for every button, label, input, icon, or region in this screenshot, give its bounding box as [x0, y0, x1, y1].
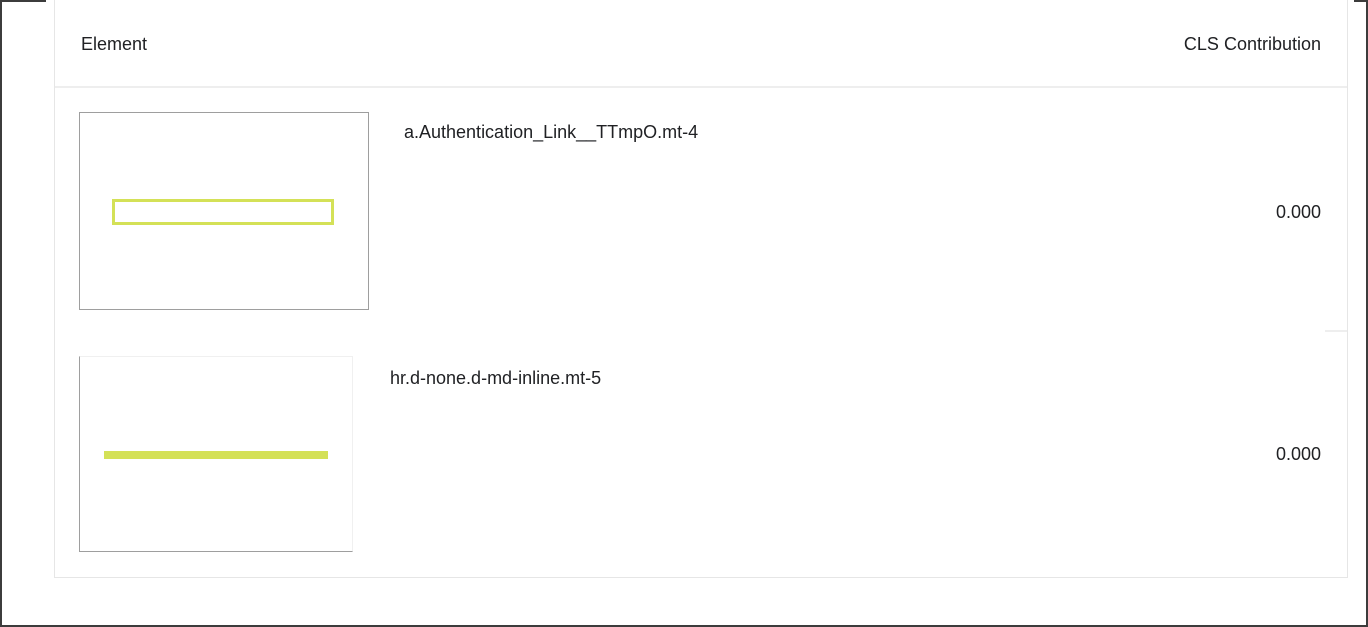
column-header-element: Element — [81, 34, 148, 54]
cls-contribution-value: 0.000 — [1275, 444, 1321, 464]
report-frame: Element CLS Contribution a.Authenticatio… — [0, 0, 1368, 627]
element-screenshot-thumbnail — [79, 356, 353, 552]
column-header-cls-contribution: CLS Contribution — [1183, 34, 1321, 54]
table-row[interactable]: a.Authentication_Link__TTmpO.mt-4 0.000 — [55, 90, 1347, 330]
element-highlight-box — [112, 199, 334, 225]
cls-contribution-value: 0.000 — [1275, 202, 1321, 222]
frame-top-left-border — [0, 0, 46, 2]
element-selector: a.Authentication_Link__TTmpO.mt-4 — [404, 122, 699, 142]
element-highlight-bar — [104, 451, 328, 459]
table-row[interactable]: hr.d-none.d-md-inline.mt-5 0.000 — [55, 332, 1347, 576]
frame-left-border — [0, 0, 2, 627]
layout-shift-elements-table: Element CLS Contribution a.Authenticatio… — [54, 0, 1348, 578]
table-header: Element CLS Contribution — [55, 0, 1347, 88]
element-screenshot-thumbnail — [79, 112, 369, 310]
element-selector: hr.d-none.d-md-inline.mt-5 — [390, 368, 602, 388]
frame-top-right-border — [1354, 0, 1368, 2]
